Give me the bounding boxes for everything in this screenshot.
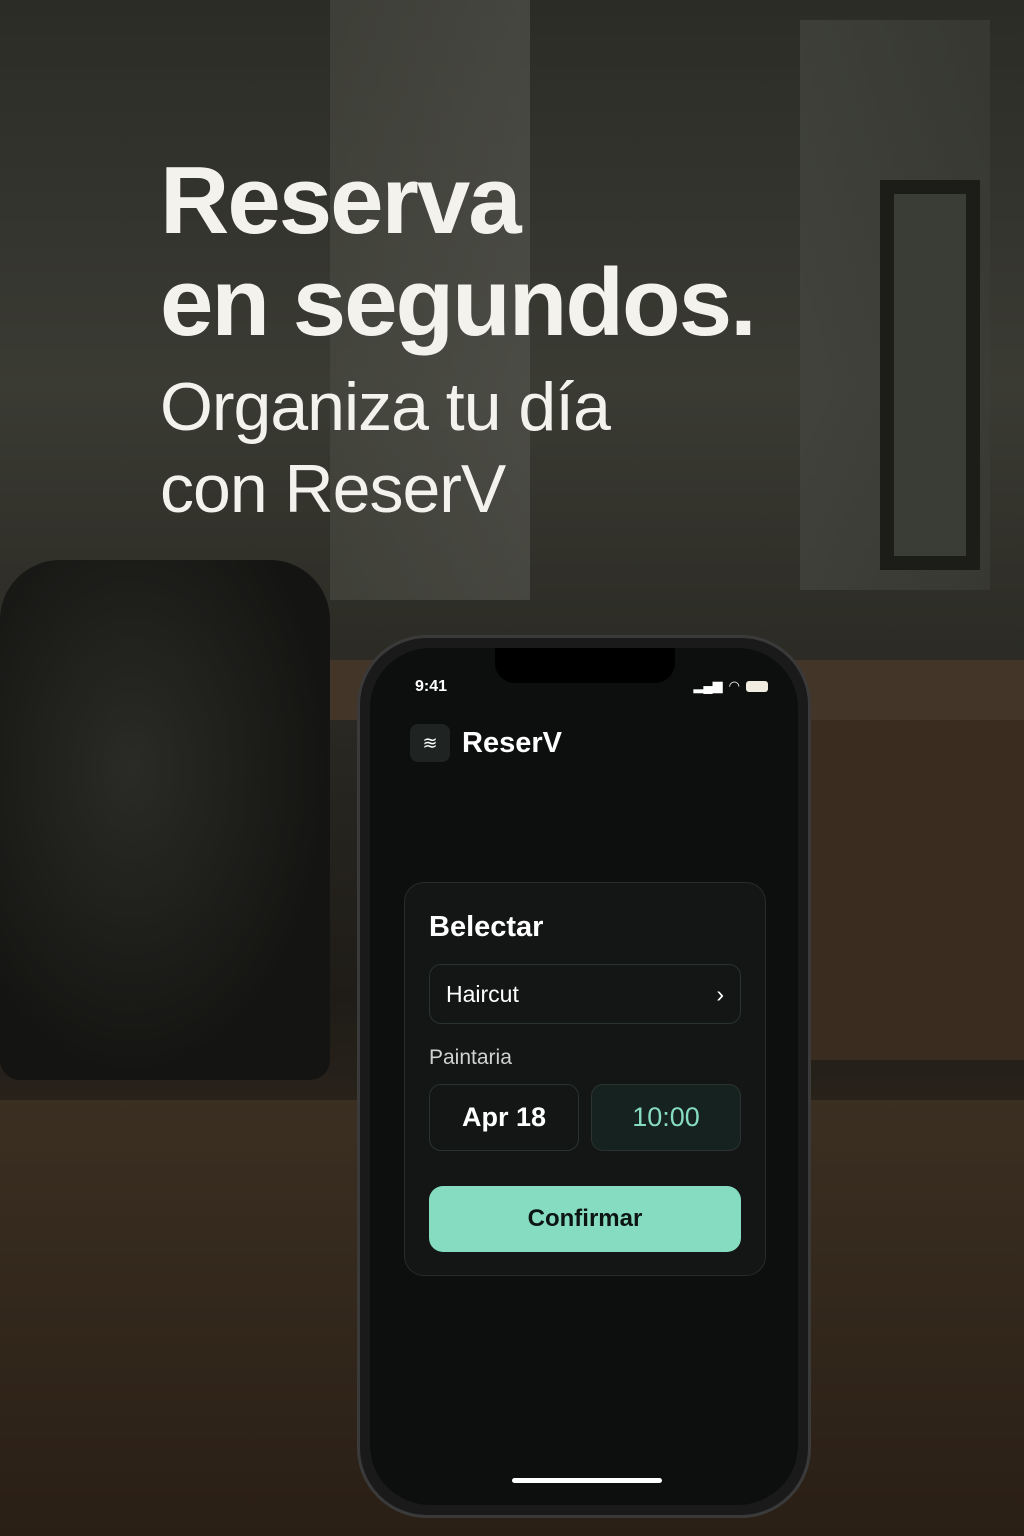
home-indicator — [512, 1478, 662, 1483]
background-frame — [880, 180, 980, 570]
card-title: Belectar — [429, 911, 544, 943]
barber-chair — [0, 560, 330, 1080]
datetime-label: Paintaria — [429, 1046, 512, 1069]
wifi-icon: ◠ — [728, 678, 740, 693]
subheadline-line1: Organiza tu día — [160, 369, 611, 445]
subheadline-line2: con ReserV — [160, 451, 506, 527]
phone-mockup: 9:41 ▂▄▆ ◠ ≋ ReserV Belectar Haircut › P… — [357, 635, 811, 1518]
phone-screen: 9:41 ▂▄▆ ◠ ≋ ReserV Belectar Haircut › P… — [370, 648, 798, 1505]
headline: Reserva en segundos. Organiza tu día con… — [160, 147, 757, 530]
date-button[interactable]: Apr 18 — [429, 1084, 579, 1151]
chevron-right-icon: › — [716, 980, 724, 1007]
service-value: Haircut — [446, 980, 519, 1007]
app-name: ReserV — [462, 726, 562, 759]
app-header: ≋ ReserV — [410, 724, 562, 762]
headline-line1: Reserva — [160, 147, 522, 254]
time-button[interactable]: 10:00 — [591, 1084, 741, 1151]
status-time: 9:41 — [415, 678, 448, 695]
booking-card: Belectar Haircut › Paintaria Apr 18 10:0… — [404, 882, 766, 1276]
headline-line2: en segundos. — [160, 249, 757, 356]
notch — [495, 648, 675, 683]
signal-icon: ▂▄▆ — [693, 678, 723, 693]
battery-icon — [746, 680, 768, 692]
service-select[interactable]: Haircut › — [429, 964, 741, 1024]
background-cabinet — [810, 720, 1024, 1060]
wifi-waves-icon: ≋ — [410, 724, 450, 762]
status-icons: ▂▄▆ ◠ — [693, 678, 768, 694]
confirm-button[interactable]: Confirmar — [429, 1186, 741, 1252]
